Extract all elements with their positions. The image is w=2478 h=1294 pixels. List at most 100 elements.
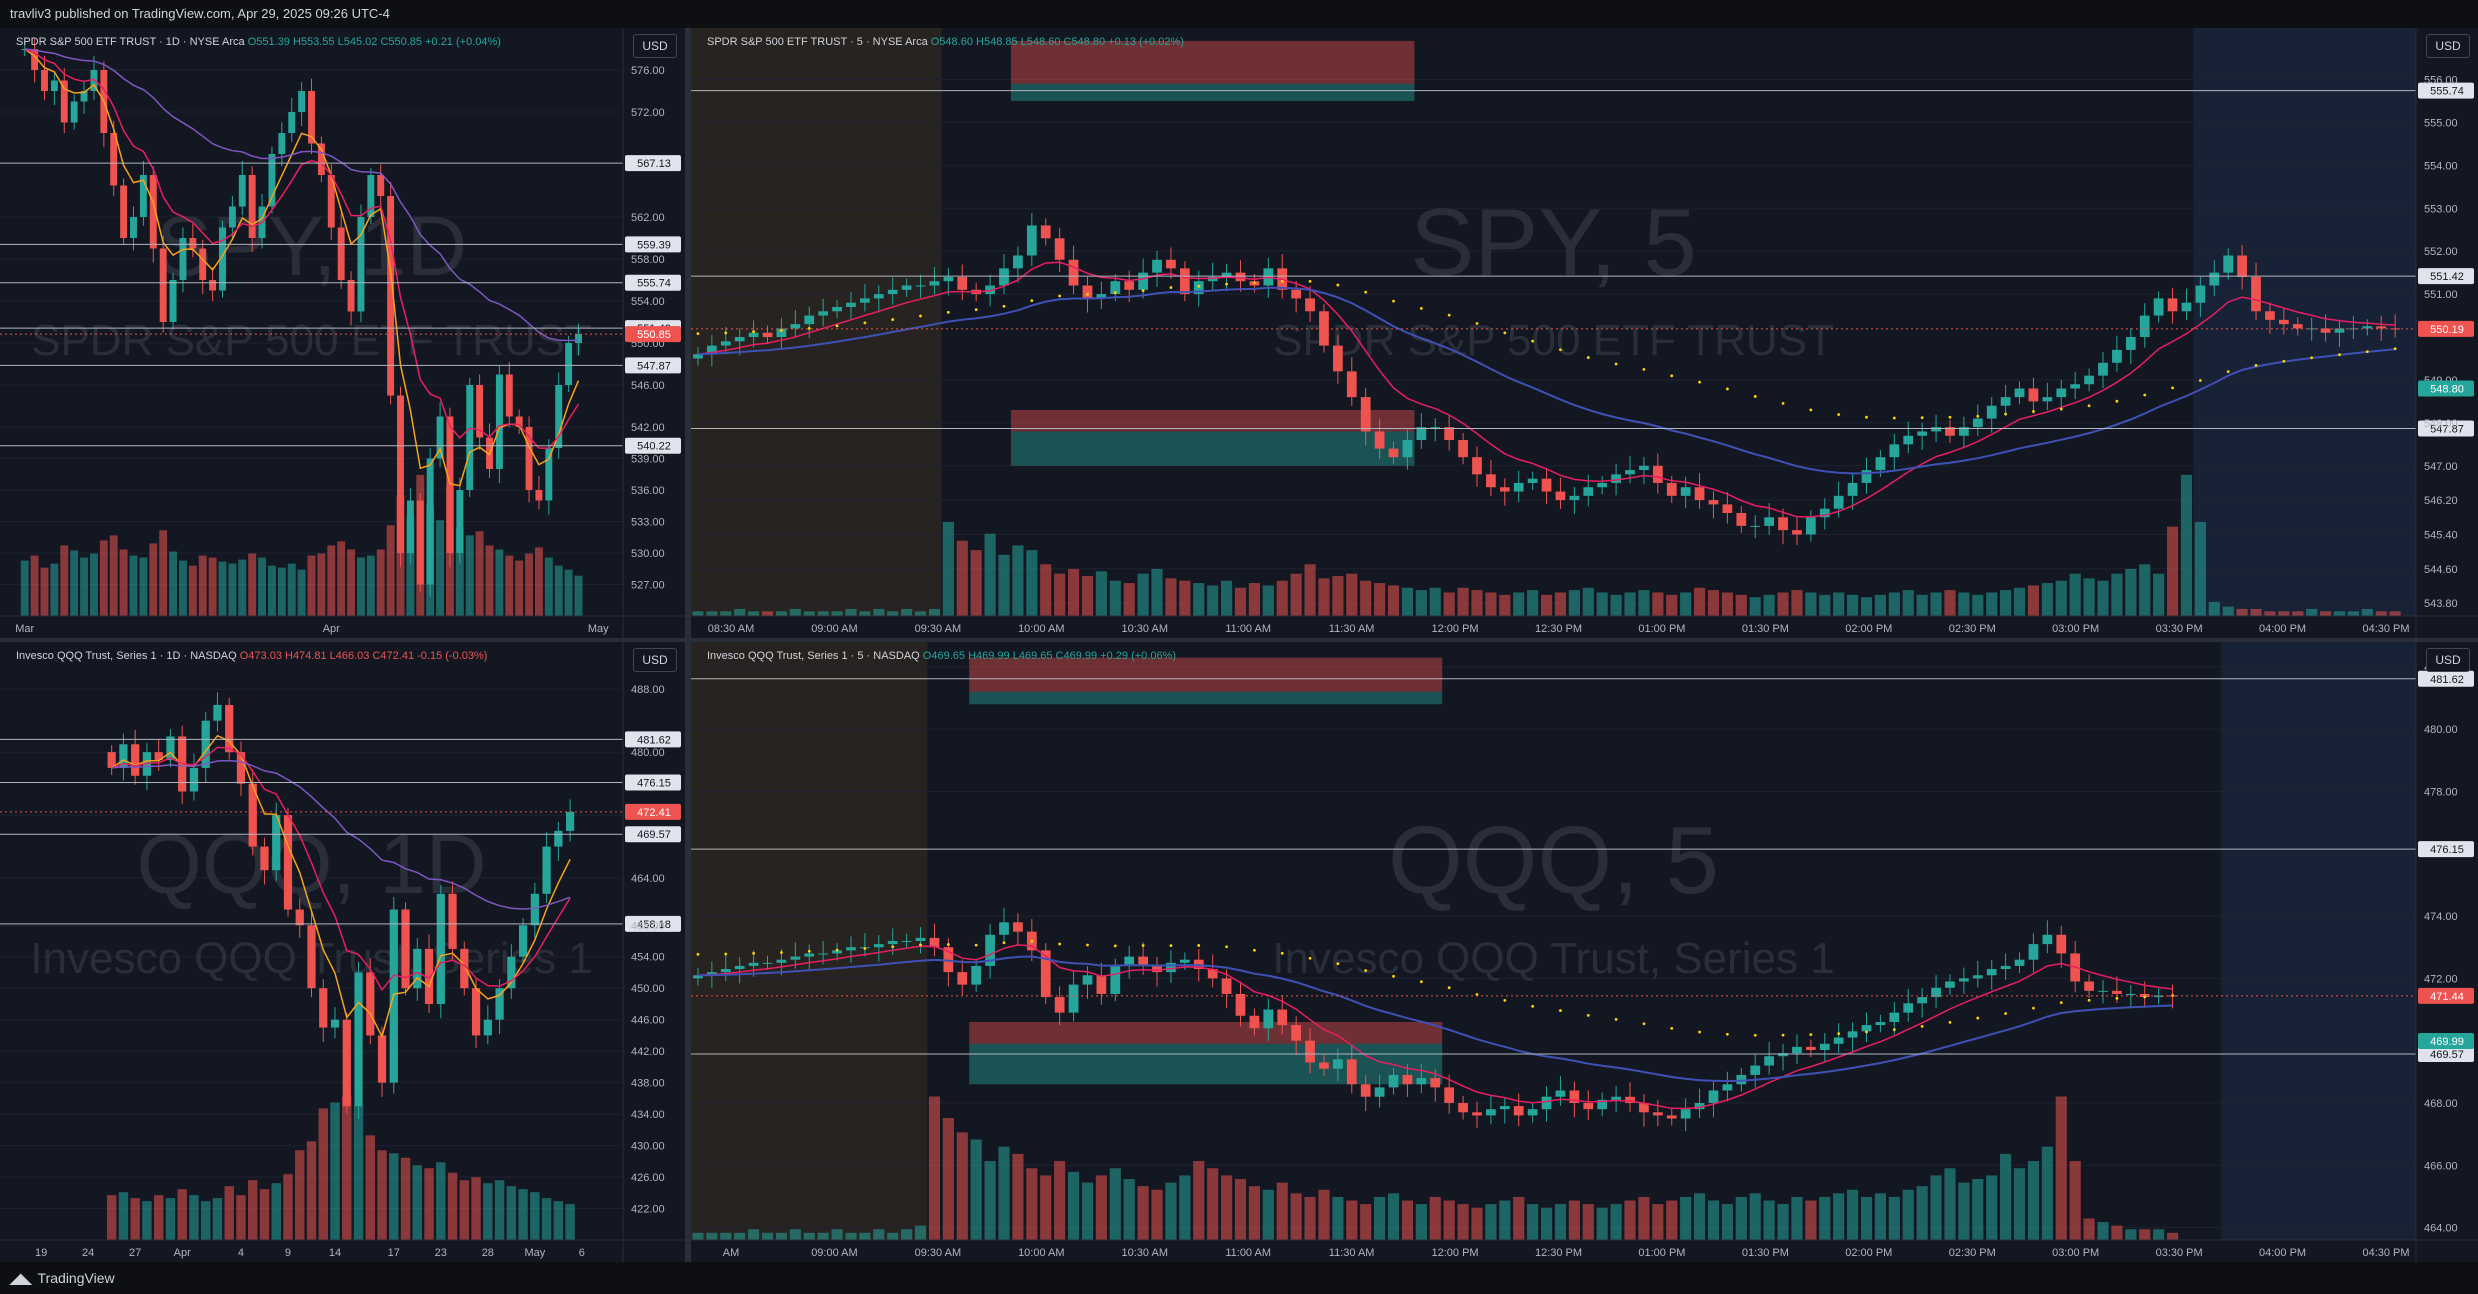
- x-tick-label: 09:00 AM: [811, 623, 857, 635]
- volume-bar: [1735, 594, 1747, 616]
- candle-body: [873, 294, 884, 299]
- volume-bar: [259, 1189, 270, 1240]
- volume-bar: [1485, 1204, 1497, 1240]
- volume-bar: [692, 1232, 704, 1240]
- volume-bar: [748, 611, 760, 616]
- volume-bar: [525, 553, 534, 616]
- volume-bar: [1262, 1189, 1274, 1240]
- candle-body: [278, 133, 286, 154]
- volume-bar: [553, 1201, 564, 1240]
- volume-bar: [761, 1232, 774, 1240]
- volume-bar: [1540, 594, 1553, 616]
- x-tick-label: 11:00 AM: [1225, 1247, 1271, 1259]
- volume-bar: [1902, 1189, 1914, 1240]
- currency-button[interactable]: USD: [633, 34, 677, 58]
- candle-body: [295, 909, 304, 926]
- volume-bar: [2111, 1225, 2123, 1240]
- last-price-label: 550.19: [2430, 324, 2464, 336]
- supply-zone: [969, 657, 1443, 692]
- candle-body: [846, 302, 856, 307]
- volume-bar: [734, 1232, 746, 1240]
- x-tick-label: 02:00 PM: [1845, 623, 1892, 635]
- candle-body: [1819, 1043, 1830, 1051]
- y-tick-label: 438.00: [631, 1078, 665, 1090]
- candle-body: [2223, 255, 2234, 273]
- ohlc-high: H548.85: [976, 36, 1021, 48]
- candle-body: [2139, 315, 2150, 338]
- volume-bar: [1833, 1193, 1845, 1240]
- candle-body: [397, 395, 404, 553]
- currency-button[interactable]: USD: [633, 648, 677, 672]
- candle-body: [456, 490, 464, 553]
- volume-bar: [366, 555, 375, 616]
- candle-body: [915, 285, 926, 287]
- y-tick-label: 543.80: [2424, 598, 2458, 610]
- candle-body: [1110, 965, 1121, 994]
- vwap-dot: [1364, 290, 1368, 294]
- x-tick-label: 08:30 AM: [708, 623, 754, 635]
- volume-bar: [789, 1229, 801, 1240]
- volume-bar: [2180, 474, 2193, 616]
- vwap-dot: [1837, 1032, 1841, 1036]
- volume-bar: [1151, 1189, 1163, 1240]
- vwap-dot: [724, 331, 728, 335]
- vwap-dot: [1113, 291, 1117, 295]
- volume-bar: [544, 557, 553, 616]
- vwap-dot: [1141, 289, 1145, 292]
- vwap-dot: [1002, 304, 1006, 308]
- price-level-label: 555.74: [2430, 86, 2464, 98]
- vwap-dot: [1614, 1017, 1618, 1021]
- ohlc-open: O551.39: [248, 36, 293, 48]
- vwap-dot: [1392, 974, 1395, 978]
- volume-bar: [475, 531, 484, 616]
- postmarket-shading: [2221, 642, 2416, 1240]
- x-tick-label: 03:00 PM: [2052, 623, 2099, 635]
- y-tick-label: 533.00: [631, 517, 665, 529]
- vwap-dot: [1336, 962, 1340, 966]
- vwap-dot: [1698, 380, 1701, 384]
- volume-bar: [970, 1139, 982, 1240]
- candle-body: [1430, 1078, 1441, 1088]
- chart-legend: Invesco QQQ Trust, Series 1 · 1D · NASDA…: [16, 650, 487, 662]
- volume-bar: [149, 543, 158, 616]
- volume-bar: [2027, 1161, 2040, 1240]
- currency-button[interactable]: USD: [2426, 648, 2470, 672]
- x-tick-label: 01:00 PM: [1638, 1247, 1685, 1259]
- volume-bar: [228, 563, 237, 616]
- volume-bar: [1318, 1189, 1330, 1240]
- chart-pane-qqq-5m[interactable]: QQQ, 5 Invesco QQQ Trust, Series 1 481.62 4…: [691, 642, 2478, 1262]
- chart-pane-spy-5m[interactable]: SPY, 5 SPDR S&P 500 ETF TRUST 555.74 551.42…: [691, 28, 2478, 638]
- volume-bar: [2013, 1168, 2026, 1240]
- ohlc-low: L469.65: [1013, 650, 1056, 662]
- y-tick-label: 454.00: [631, 952, 665, 964]
- vwap-dot: [1948, 1020, 1952, 1024]
- x-tick-label: 12:00 PM: [1432, 1247, 1479, 1259]
- candle-body: [1179, 959, 1190, 963]
- volume-bar: [2027, 585, 2040, 616]
- volume-bar: [1067, 568, 1080, 616]
- last-price-label: 550.85: [637, 329, 671, 341]
- x-tick-label: 27: [129, 1247, 141, 1259]
- chart-pane-qqq-daily[interactable]: QQQ, 1D Invesco QQQ Trust, Series 1 481.62…: [0, 642, 685, 1262]
- currency-button[interactable]: USD: [2426, 34, 2470, 58]
- candle-body: [762, 332, 773, 338]
- volume-bar: [1540, 1207, 1553, 1240]
- chart-pane-spy-daily[interactable]: SPY, 1D SPDR S&P 500 ETF TRUST 567.13 559.3…: [0, 28, 685, 638]
- chart-legend: SPDR S&P 500 ETF TRUST · 1D · NYSE Arca …: [16, 36, 501, 48]
- price-level-label: 469.57: [637, 829, 671, 841]
- candle-body: [1652, 1112, 1663, 1116]
- y-tick-label: 545.40: [2424, 529, 2458, 541]
- x-tick-label: 6: [579, 1247, 585, 1259]
- volume-bar: [928, 1096, 941, 1240]
- ohlc-close: C548.80: [1064, 36, 1109, 48]
- volume-bar: [1151, 568, 1163, 616]
- volume-bar: [258, 557, 267, 616]
- candle-body: [1138, 272, 1148, 290]
- vwap-dot: [1614, 362, 1618, 366]
- volume-bar: [1429, 1196, 1441, 1240]
- y-tick-label: 468.00: [2424, 1098, 2458, 1110]
- volume-bar: [748, 1229, 760, 1240]
- candle-body: [1402, 1074, 1413, 1085]
- volume-bar: [761, 611, 774, 616]
- candle-body: [471, 988, 481, 1036]
